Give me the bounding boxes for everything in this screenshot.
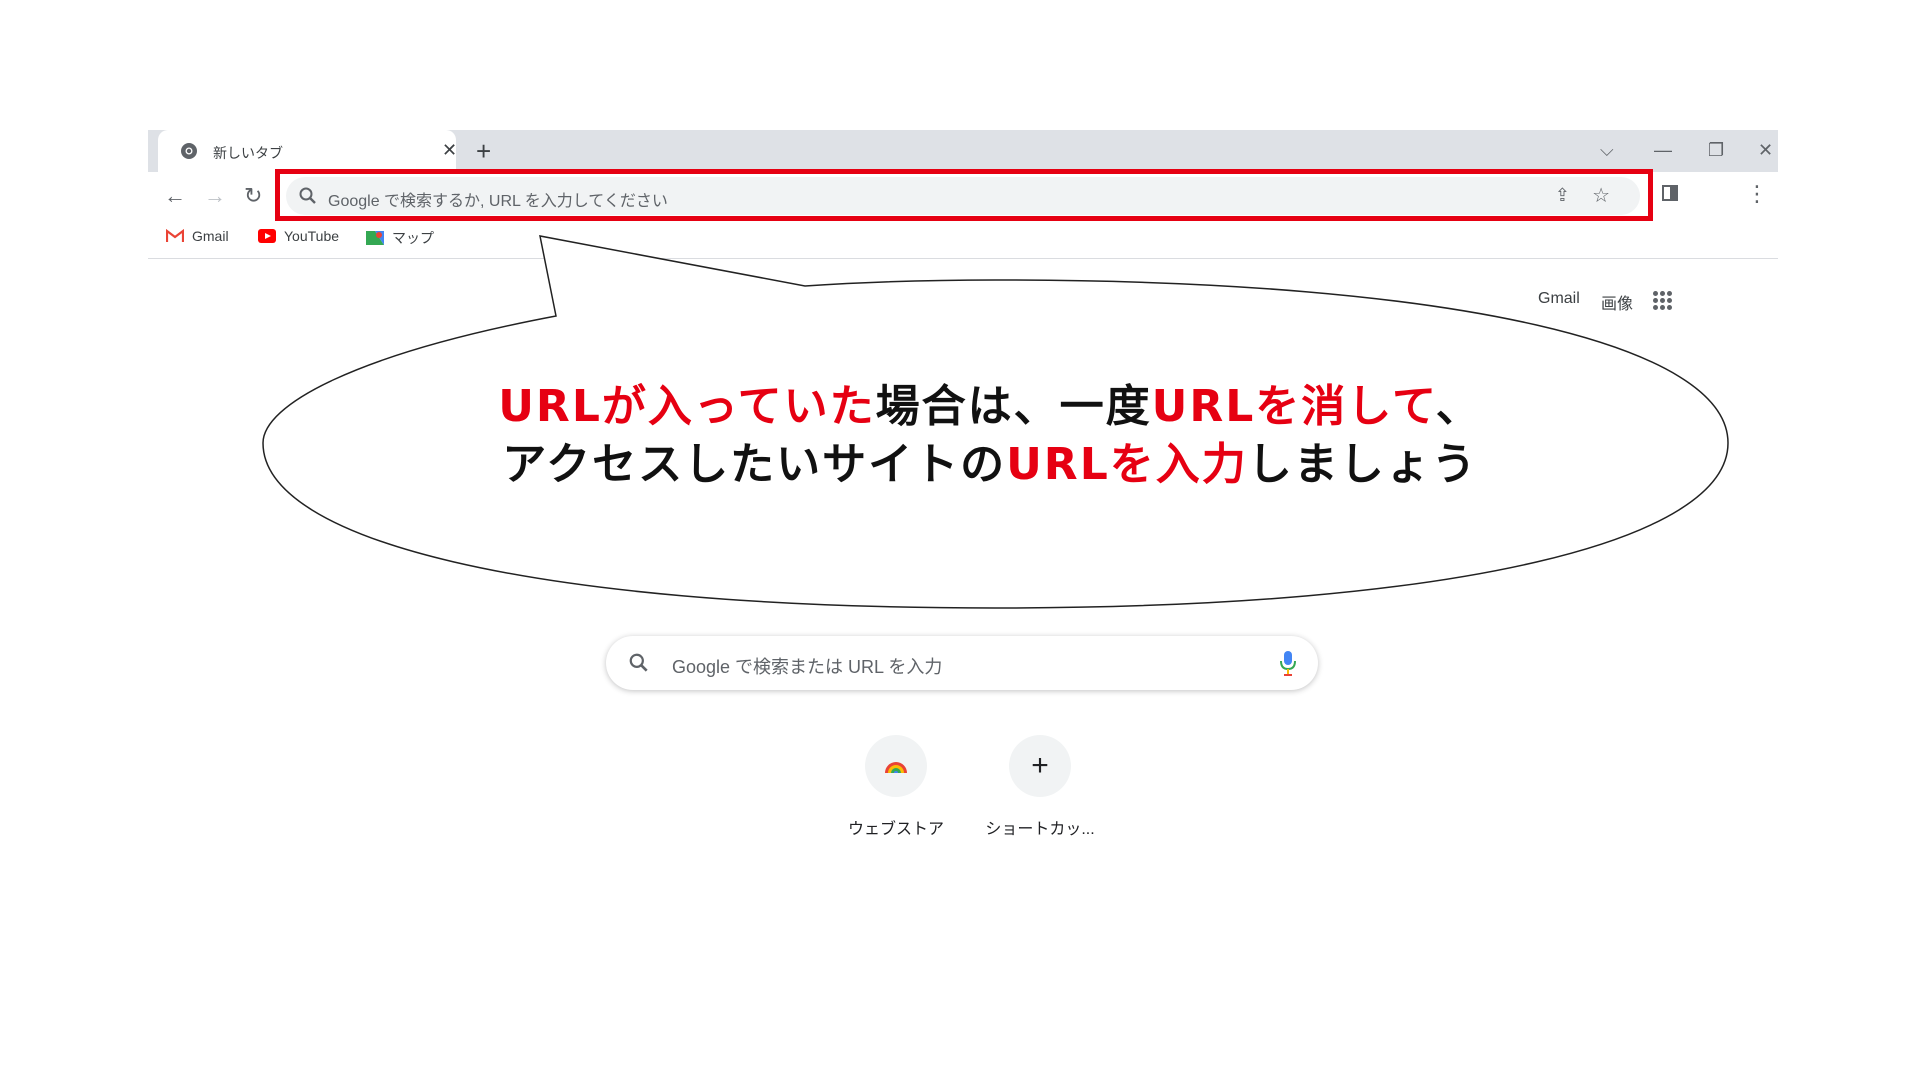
bookmark-label: マップ	[392, 230, 434, 246]
tab-new-tab[interactable]: 新しいタブ ✕	[158, 130, 457, 172]
shortcut-webstore[interactable]: ウェブストア	[826, 735, 966, 839]
google-search-box[interactable]: Google で検索または URL を入力	[606, 636, 1318, 690]
maps-icon	[366, 231, 384, 245]
callout-segment: URLが入っていた	[498, 381, 876, 432]
address-bar-placeholder: Google で検索するか, URL を入力してください	[328, 193, 668, 210]
reload-button[interactable]: ↻	[244, 184, 262, 208]
new-tab-button[interactable]: +	[476, 136, 491, 166]
shortcut-add[interactable]: + ショートカッ...	[970, 735, 1110, 839]
images-link[interactable]: 画像	[1601, 290, 1633, 314]
restore-button[interactable]: ❐	[1708, 138, 1724, 162]
callout-line-2: アクセスしたいサイトのURLを入力しましょう	[380, 436, 1600, 494]
share-icon[interactable]: ⇪	[1555, 185, 1570, 206]
forward-button[interactable]: →	[204, 184, 226, 208]
callout-segment: 、	[1435, 381, 1482, 432]
back-button[interactable]: ←	[164, 184, 186, 208]
shortcut-label: ウェブストア	[847, 821, 944, 838]
gmail-link[interactable]: Gmail	[1538, 290, 1580, 308]
bookmark-gmail[interactable]: Gmail	[166, 228, 229, 244]
menu-icon[interactable]: ⋮	[1746, 182, 1768, 206]
add-shortcut-icon: +	[1009, 735, 1071, 797]
shortcut-icon-circle	[865, 735, 927, 797]
callout-segment: URLを消して	[1151, 381, 1436, 432]
bookmark-maps[interactable]: マップ	[366, 228, 434, 248]
search-icon	[629, 653, 648, 672]
tab-search-icon[interactable]: ⌵	[1600, 138, 1614, 162]
shortcut-label: ショートカッ...	[985, 821, 1095, 838]
gmail-icon	[166, 229, 184, 242]
tab-close-icon[interactable]: ✕	[442, 139, 457, 161]
side-panel-icon[interactable]	[1662, 185, 1678, 201]
address-bar[interactable]: Google で検索するか, URL を入力してください ⇪ ☆	[286, 177, 1640, 215]
search-placeholder: Google で検索または URL を入力	[672, 657, 943, 677]
callout-segment: URLを入力	[1006, 439, 1248, 490]
callout-line-1: URLが入っていた場合は、一度URLを消して、	[380, 378, 1600, 436]
bookmark-youtube[interactable]: YouTube	[258, 228, 339, 244]
callout-segment: アクセスしたいサイトの	[502, 439, 1007, 490]
youtube-icon	[258, 229, 276, 243]
apps-grid-icon[interactable]	[1653, 291, 1673, 311]
callout-text: URLが入っていた場合は、一度URLを消して、 アクセスしたいサイトのURLを入…	[380, 378, 1600, 494]
search-icon	[299, 187, 316, 204]
tab-title: 新しいタブ	[213, 145, 283, 161]
bookmark-label: YouTube	[284, 228, 340, 244]
callout-segment: しましょう	[1247, 439, 1478, 490]
callout-segment: 場合は、一度	[875, 381, 1152, 432]
browser-window: 新しいタブ ✕ + ⌵ — ❐ ✕ ← → ↻ Google で検索するか, U…	[148, 130, 1778, 260]
webstore-icon	[885, 762, 907, 773]
close-window-button[interactable]: ✕	[1758, 138, 1773, 162]
microphone-icon[interactable]	[1280, 650, 1296, 676]
chrome-icon	[181, 143, 197, 159]
bookmark-label: Gmail	[192, 228, 229, 244]
bookmarks-bar: Gmail YouTube マップ	[148, 220, 1778, 259]
tab-strip: 新しいタブ ✕ + ⌵ — ❐ ✕	[148, 130, 1778, 172]
toolbar: ← → ↻ Google で検索するか, URL を入力してください ⇪ ☆ ⋮	[148, 172, 1778, 220]
minimize-button[interactable]: —	[1654, 138, 1672, 162]
bookmark-star-icon[interactable]: ☆	[1592, 183, 1610, 208]
